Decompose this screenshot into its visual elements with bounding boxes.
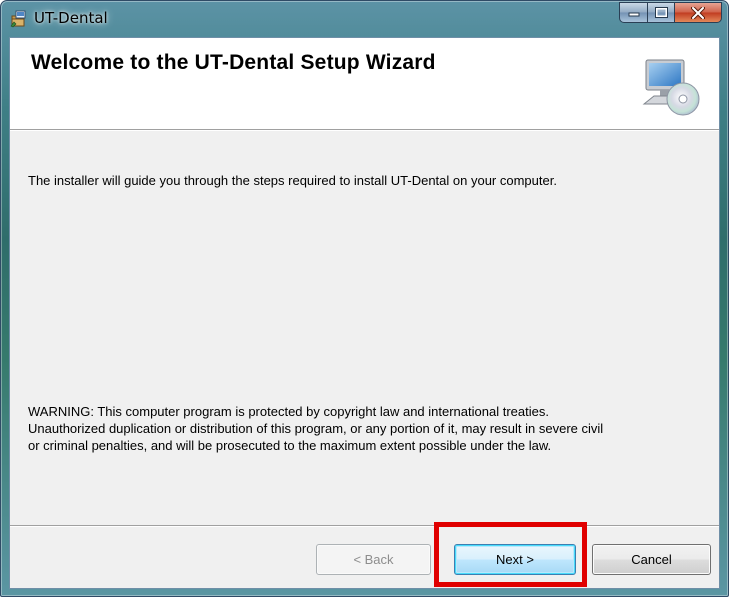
minimize-icon	[628, 12, 639, 16]
minimize-button[interactable]	[619, 2, 648, 23]
installer-package-icon	[10, 10, 28, 28]
window-controls	[619, 2, 722, 24]
intro-text: The installer will guide you through the…	[28, 173, 557, 188]
title-bar[interactable]: UT-Dental	[1, 1, 728, 37]
close-icon	[691, 6, 705, 19]
wizard-banner: Welcome to the UT-Dental Setup Wizard	[10, 38, 719, 129]
computer-cd-icon	[640, 56, 702, 118]
cancel-button[interactable]: Cancel	[592, 544, 711, 575]
warning-line-2: Unauthorized duplication or distribution…	[28, 421, 604, 436]
installer-window: UT-Dental Welcome to the UT-Dental Setup…	[0, 0, 729, 597]
window-title: UT-Dental	[34, 9, 108, 27]
warning-line-3: or criminal penalties, and will be prose…	[28, 438, 552, 453]
wizard-client-area: Welcome to the UT-Dental Setup Wizard Th…	[9, 37, 720, 589]
maximize-icon	[654, 7, 668, 18]
copyright-warning: WARNING: This computer program is protec…	[28, 403, 718, 454]
maximize-button[interactable]	[648, 2, 675, 23]
close-button[interactable]	[675, 2, 722, 23]
warning-line-1: WARNING: This computer program is protec…	[28, 404, 549, 419]
back-button[interactable]: < Back	[316, 544, 431, 575]
banner-separator	[10, 129, 719, 131]
footer-separator	[10, 525, 719, 527]
wizard-heading: Welcome to the UT-Dental Setup Wizard	[31, 51, 436, 74]
next-button-highlight	[434, 522, 587, 587]
